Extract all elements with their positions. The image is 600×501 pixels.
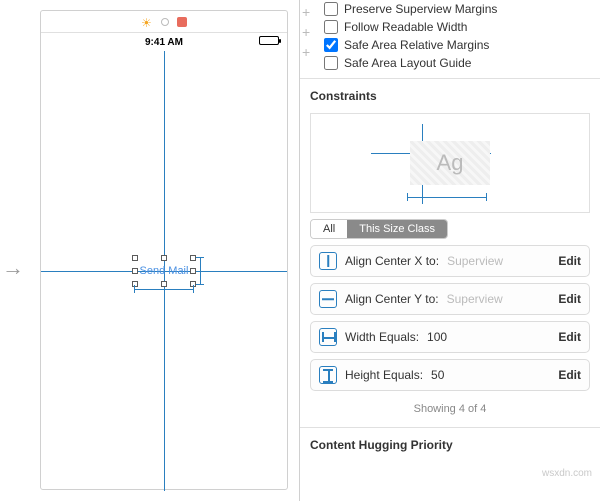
add-constraint-column: + + + [302,4,310,60]
watermark: wsxdn.com [542,468,592,479]
resize-handle[interactable] [190,268,196,274]
constraint-value: Superview [447,292,551,306]
constraints-header: Constraints [300,78,600,109]
resize-handle[interactable] [132,281,138,287]
device-frame: ☀ 9:41 AM Send Mail [40,10,288,490]
statusbar-time: 9:41 AM [145,37,183,48]
checkbox-label: Safe Area Layout Guide [344,56,471,70]
height-dimension-line [200,257,201,285]
preview-glyph: Ag [437,150,464,176]
segment-this-size-class[interactable]: This Size Class [347,220,447,238]
checkbox-row-safe-area-guide[interactable]: Safe Area Layout Guide [300,54,600,72]
constraints-filter-segment[interactable]: All This Size Class [310,219,448,239]
constraint-value: Superview [447,254,550,268]
checkbox-label: Preserve Superview Margins [344,2,497,16]
constraint-h-icon [319,366,337,384]
device-toolbar: ☀ [41,11,287,33]
edit-button[interactable]: Edit [558,368,581,382]
constraint-value: 50 [431,368,550,382]
size-inspector: Preserve Superview Margins Follow Readab… [300,0,600,501]
edit-button[interactable]: Edit [558,330,581,344]
plus-icon[interactable]: + [302,44,310,60]
constraint-w-icon [319,328,337,346]
edit-button[interactable]: Edit [558,292,581,306]
back-arrow-icon[interactable]: → [2,255,24,281]
plus-icon[interactable]: + [302,24,310,40]
resize-handle[interactable] [132,268,138,274]
button-label: Send Mail [140,265,189,277]
constraint-row[interactable]: Height Equals: 50 Edit [310,359,590,391]
checkbox-label: Follow Readable Width [344,20,467,34]
constraint-label: Height Equals: [345,368,423,382]
checkbox[interactable] [324,38,338,52]
constraint-cy-icon [319,290,337,308]
canvas-body[interactable]: Send Mail [41,51,287,491]
resize-handle[interactable] [132,255,138,261]
edit-button[interactable]: Edit [558,254,581,268]
stop-icon[interactable] [177,17,187,27]
resize-handle[interactable] [190,255,196,261]
send-mail-button[interactable]: Send Mail [134,257,194,285]
toolbar-dot-icon[interactable] [161,18,169,26]
resize-handle[interactable] [161,281,167,287]
content-hugging-header: Content Hugging Priority [300,427,600,458]
constraint-cx-icon [319,252,337,270]
checkbox[interactable] [324,56,338,70]
constraint-label: Align Center X to: [345,254,439,268]
checkbox[interactable] [324,20,338,34]
constraint-label: Align Center Y to: [345,292,439,306]
constraint-value: 100 [427,330,550,344]
preview-width-dim [407,197,487,198]
checkbox-row-preserve-superview[interactable]: Preserve Superview Margins [300,0,600,18]
plus-icon[interactable]: + [302,4,310,20]
checkbox-row-safe-area-relative[interactable]: Safe Area Relative Margins [300,36,600,54]
constraint-list: Align Center X to:SuperviewEditAlign Cen… [300,245,600,391]
segment-all[interactable]: All [311,220,347,238]
showing-count: Showing 4 of 4 [300,397,600,421]
resize-handle[interactable] [161,255,167,261]
checkbox[interactable] [324,2,338,16]
appearance-icon[interactable]: ☀ [141,16,153,28]
checkbox-row-follow-readable[interactable]: Follow Readable Width [300,18,600,36]
constraint-row[interactable]: Align Center X to: Superview Edit [310,245,590,277]
constraint-row[interactable]: Align Center Y to: Superview Edit [310,283,590,315]
canvas-pane: → ☀ 9:41 AM Send Mail [0,0,300,501]
constraint-label: Width Equals: [345,330,419,344]
checkbox-label: Safe Area Relative Margins [344,38,489,52]
preview-content-box: Ag [410,141,490,185]
constraints-preview[interactable]: Ag [310,113,590,213]
constraint-row[interactable]: Width Equals: 100 Edit [310,321,590,353]
width-dimension-line [134,289,194,290]
battery-icon [259,36,279,45]
device-statusbar: 9:41 AM [41,33,287,51]
